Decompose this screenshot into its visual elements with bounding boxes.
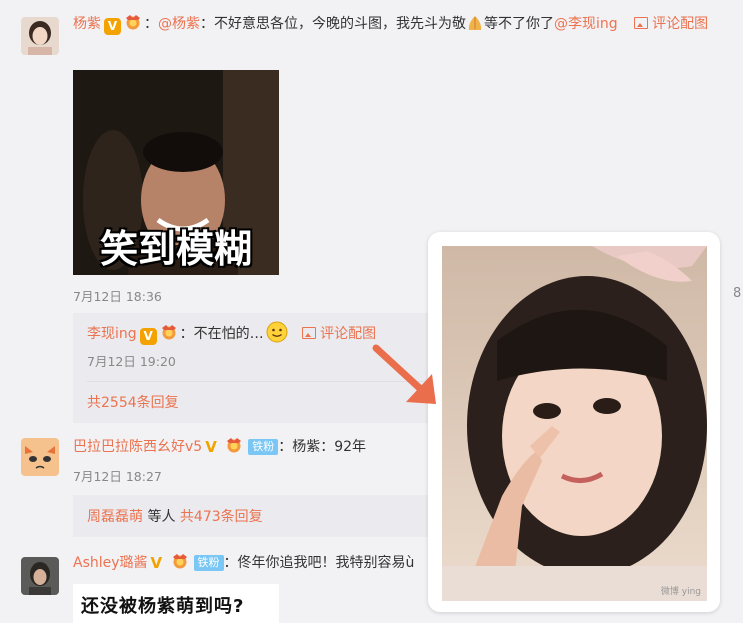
crown-medal-icon	[160, 324, 180, 341]
comment-username[interactable]: Ashley璐酱	[73, 555, 148, 571]
verified-v-icon: V	[205, 438, 217, 456]
avatar[interactable]	[21, 17, 59, 55]
comment-separator: ：	[144, 16, 158, 32]
fan-badge: 铁粉	[193, 555, 224, 571]
comment-timestamp: 7月12日 18:27	[73, 469, 162, 484]
verified-badge-icon: V	[104, 18, 121, 35]
comment-username[interactable]: 杨紫	[73, 16, 101, 32]
comment-text: ：杨紫：92年	[278, 439, 367, 455]
picture-icon	[302, 327, 317, 339]
comment-text-2: 等不了你了	[484, 16, 554, 32]
comment-username[interactable]: 巴拉巴拉陈西幺好v5	[73, 439, 202, 455]
crown-medal-icon	[225, 437, 245, 454]
comment-timestamp: 7月12日 18:36	[73, 289, 162, 304]
fan-badge: 铁粉	[248, 439, 279, 455]
crown-medal-icon	[171, 553, 191, 570]
avatar[interactable]	[21, 557, 59, 595]
reply-username[interactable]: 李现ing	[87, 326, 137, 342]
meme-image[interactable]: 笑到模糊	[73, 70, 279, 275]
truncated-edge-text: 8	[733, 286, 742, 301]
photo-watermark: 微博 ying	[660, 587, 701, 597]
more-replies-link[interactable]: 共473条回复	[180, 509, 263, 525]
reply-text: ：不在怕的…	[179, 326, 264, 342]
mention-link-2[interactable]: @李现ing	[554, 16, 618, 32]
crown-medal-icon	[124, 14, 144, 31]
photo-card[interactable]: 微博 ying	[428, 232, 720, 612]
reply-username[interactable]: 周磊磊萌	[87, 509, 143, 525]
comment-picture-link[interactable]: 评论配图	[634, 16, 708, 32]
picture-icon	[634, 17, 649, 29]
verified-v-icon: V	[150, 554, 163, 572]
meme-caption: 笑到模糊	[99, 227, 252, 271]
more-replies-link[interactable]: 共2554条回复	[87, 392, 179, 412]
reply-picture-link[interactable]: 评论配图	[302, 326, 376, 342]
reply-timestamp: 7月12日 19:20	[87, 354, 176, 369]
comment-text: ：佟年你追我吧！我特别容易ù	[223, 555, 415, 571]
mention-link[interactable]: @杨紫	[158, 16, 200, 32]
praying-hands-icon	[466, 14, 484, 40]
comment-text: ：不好意思各位，今晚的斗图，我先斗为敬	[200, 16, 466, 32]
reply-text: 等人	[147, 509, 176, 525]
arrow-icon	[372, 344, 436, 404]
verified-badge-icon: V	[139, 328, 157, 345]
avatar[interactable]	[21, 438, 59, 476]
meme-image[interactable]: 还没被杨紫萌到吗?	[73, 584, 279, 623]
reply-box: 周磊磊萌 等人 共473条回复	[73, 495, 473, 537]
smile-emoji-icon	[266, 321, 288, 350]
portrait-photo: 微博 ying	[442, 246, 707, 601]
meme-caption: 还没被杨紫萌到吗?	[81, 596, 245, 617]
